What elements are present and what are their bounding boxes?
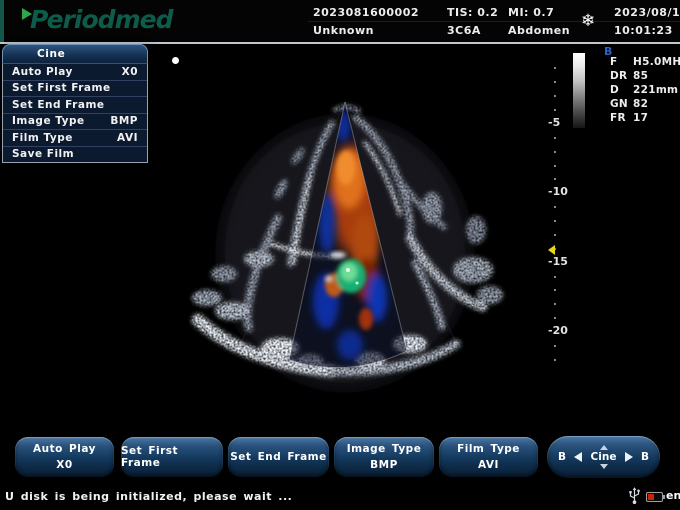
menu-item-label: Set End Frame (12, 99, 105, 111)
menu-title: Cine (2, 44, 148, 64)
depth-tick (554, 67, 556, 69)
menu-item-label: Auto Play (12, 66, 73, 78)
ultrasound-image (160, 48, 540, 393)
menu-item-label: Set First Frame (12, 82, 111, 94)
status-message: U disk is being initialized, please wait… (5, 490, 292, 503)
date-display: 2023/08/16 (614, 6, 680, 19)
depth-label: -20 (548, 324, 568, 337)
button-value: X0 (56, 459, 72, 471)
depth-label: -5 (548, 116, 560, 129)
depth-tick (554, 95, 556, 97)
nav-right-mode[interactable]: B (641, 451, 649, 463)
button-label: Film Type (457, 443, 520, 455)
depth-tick (554, 137, 556, 139)
logo-text: Periodmed (30, 5, 172, 35)
menu-item-set-first-frame[interactable]: Set First Frame (3, 80, 147, 97)
menu-item-label: Image Type (12, 115, 85, 127)
arrow-right-icon[interactable] (625, 452, 633, 462)
usb-icon (628, 487, 641, 509)
battery-icon (646, 492, 663, 502)
topbar-row-separator (308, 21, 680, 22)
depth-tick (554, 234, 556, 236)
logo: Periodmed (22, 5, 172, 35)
button-label: Set End Frame (230, 451, 327, 463)
depth-tick (554, 109, 556, 111)
status-bar: U disk is being initialized, please wait… (0, 482, 680, 510)
depth-tick (554, 359, 556, 361)
exam-id: 2023081600002 (313, 6, 419, 19)
menu-item-label: Save Film (12, 148, 74, 160)
tis-value: TIS: 0.2 (447, 6, 498, 19)
arrow-left-icon[interactable] (574, 452, 582, 462)
depth-tick (554, 289, 556, 291)
depth-tick (554, 345, 556, 347)
menu-body: Auto Play X0 Set First Frame Set End Fra… (2, 64, 148, 163)
cine-nav-pad[interactable]: B Cine B (547, 436, 660, 478)
language-indicator: en (666, 489, 680, 502)
param-frame-rate: FR17 (610, 112, 648, 124)
film-type-button[interactable]: Film Type AVI (439, 437, 538, 477)
arrow-down-icon[interactable] (600, 464, 608, 469)
brand-stripe (0, 0, 4, 42)
param-dynamic-range: DR85 (610, 70, 648, 82)
nav-left-mode[interactable]: B (558, 451, 566, 463)
button-label: Set First Frame (121, 445, 223, 469)
depth-tick (554, 165, 556, 167)
param-gain: GN82 (610, 98, 648, 110)
nav-center-label: Cine (591, 451, 617, 463)
depth-tick (554, 81, 556, 83)
cine-context-menu: Cine Auto Play X0 Set First Frame Set En… (2, 44, 148, 163)
button-value: AVI (478, 459, 499, 471)
probe-name: 3C6A (447, 24, 481, 37)
image-type-button[interactable]: Image Type BMP (334, 437, 434, 477)
nav-center: Cine (591, 445, 617, 469)
depth-tick (554, 276, 556, 278)
soft-key-bar: Auto Play X0 Set First Frame Set End Fra… (0, 432, 680, 482)
depth-label: -15 (548, 255, 568, 268)
depth-ruler: -5 -10 -15 -20 (546, 0, 580, 420)
time-display: 10:01:23 (614, 24, 673, 37)
menu-item-auto-play[interactable]: Auto Play X0 (3, 64, 147, 80)
freeze-snowflake-icon: ❄ (581, 11, 595, 31)
menu-item-value: BMP (110, 115, 138, 127)
battery-nub (663, 495, 665, 499)
depth-tick (554, 151, 556, 153)
menu-item-value: X0 (122, 66, 138, 78)
depth-tick (554, 303, 556, 305)
image-area: Cine Auto Play X0 Set First Frame Set En… (0, 44, 680, 432)
menu-item-film-type[interactable]: Film Type AVI (3, 129, 147, 146)
depth-label: -10 (548, 185, 568, 198)
menu-item-label: Film Type (12, 132, 73, 144)
set-first-frame-button[interactable]: Set First Frame (121, 437, 223, 477)
depth-tick (554, 220, 556, 222)
menu-item-save-film[interactable]: Save Film (3, 146, 147, 163)
param-frequency: FH5.0MHz (610, 56, 680, 68)
button-label: Auto Play (33, 443, 96, 455)
set-end-frame-button[interactable]: Set End Frame (228, 437, 329, 477)
depth-tick (554, 206, 556, 208)
arrow-up-icon[interactable] (600, 445, 608, 450)
menu-item-set-end-frame[interactable]: Set End Frame (3, 96, 147, 113)
button-value: BMP (370, 459, 398, 471)
focus-marker-icon (548, 245, 555, 255)
menu-item-value: AVI (117, 132, 138, 144)
depth-tick (554, 317, 556, 319)
depth-tick (554, 178, 556, 180)
battery-level (648, 494, 654, 500)
menu-item-image-type[interactable]: Image Type BMP (3, 113, 147, 130)
probe-orientation-marker (172, 57, 179, 64)
param-depth: D221mm (610, 84, 678, 96)
auto-play-button[interactable]: Auto Play X0 (15, 437, 114, 477)
button-label: Image Type (347, 443, 422, 455)
patient-name: Unknown (313, 24, 374, 37)
